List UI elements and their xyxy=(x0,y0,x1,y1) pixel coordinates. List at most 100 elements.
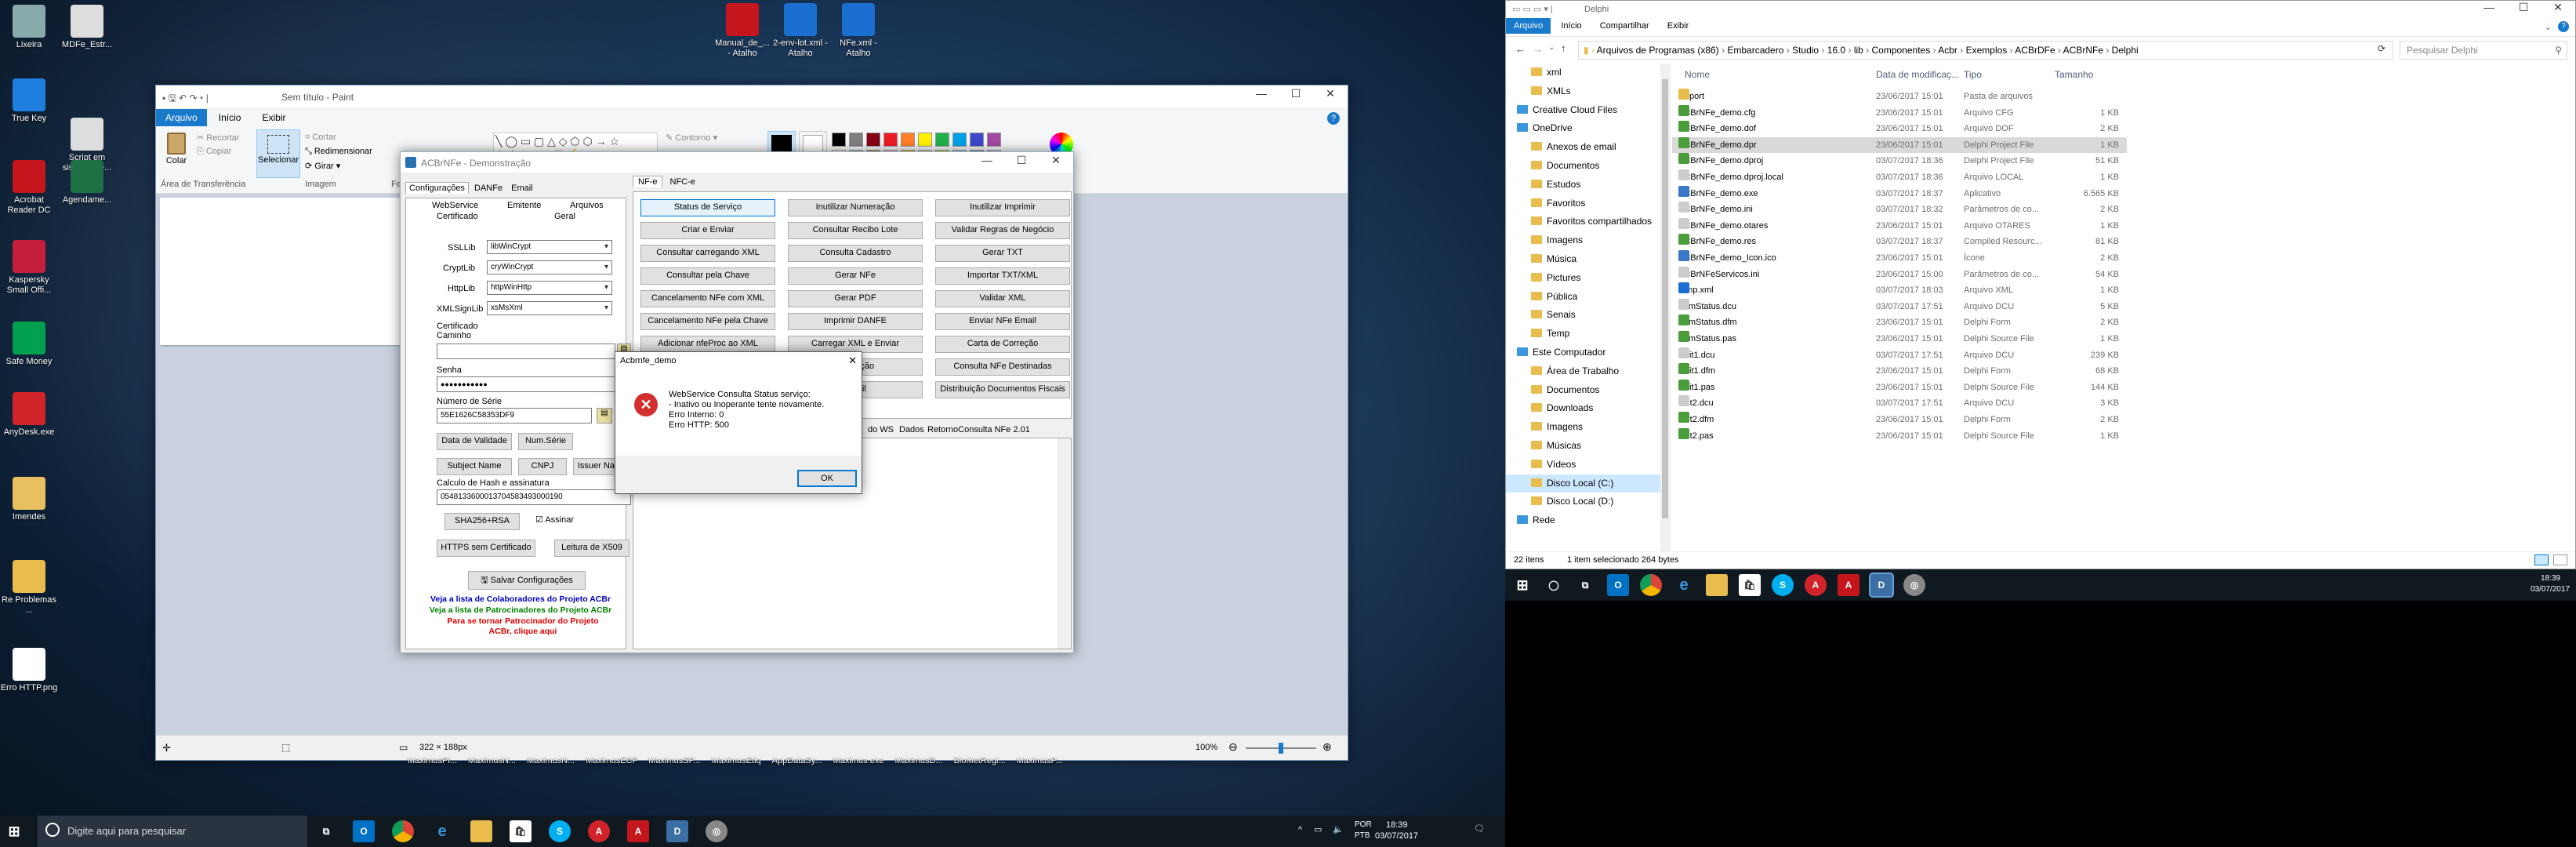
nfe-action-button[interactable]: Enviar NFe Email xyxy=(935,313,1070,330)
nfe-action-button[interactable]: Gerar NFe xyxy=(788,267,923,285)
file-row[interactable]: unit2.pas 23/06/2017 15:01 Delphi Source F… xyxy=(1672,427,2127,444)
breadcrumb-segment[interactable]: Acbr xyxy=(1938,45,1957,56)
file-row[interactable]: Unit1.dfm 23/06/2017 15:01 Delphi Form 68 K… xyxy=(1672,363,2127,379)
cut-button[interactable]: ✂ Recortar xyxy=(197,133,239,143)
file-row[interactable]: ufrmStatus.dfm 23/06/2017 15:01 Delphi For… xyxy=(1672,314,2127,330)
ribbon-expand-icon[interactable]: ⌄ xyxy=(2545,22,2552,32)
app-icon-2[interactable]: ◎ xyxy=(1903,574,1925,596)
dialog-titlebar[interactable]: Acbrnfe_demo ✕ xyxy=(615,352,862,369)
tray-chevron-icon[interactable]: ^ xyxy=(1298,825,1302,834)
forward-button[interactable]: → xyxy=(1533,43,1543,55)
nfe-action-button[interactable]: Cancelamento NFe pela Chave xyxy=(640,313,775,330)
col-data[interactable]: Data de modificaç... xyxy=(1876,69,1959,80)
subtab-webservice[interactable]: WebService xyxy=(432,201,478,210)
palette-swatch[interactable] xyxy=(849,133,863,147)
tab-nfe[interactable]: NF-e xyxy=(633,176,663,187)
nav-item[interactable]: OneDrive xyxy=(1506,119,1661,137)
nav-item[interactable]: Pictures xyxy=(1506,269,1661,287)
cortana-icon[interactable]: ◯ xyxy=(1543,574,1565,596)
nav-item[interactable]: Favoritos xyxy=(1506,194,1661,213)
palette-swatch[interactable] xyxy=(987,133,1001,147)
store-icon-2[interactable]: 🛍 xyxy=(1739,574,1761,596)
desktop-icon[interactable]: Erro HTTP.png xyxy=(0,648,58,693)
nfe-action-button[interactable]: Validar Regras de Negócio xyxy=(935,222,1070,239)
maximize-button[interactable]: ☐ xyxy=(1279,87,1313,100)
desktop-icon[interactable]: NFe.xml - Atalho xyxy=(829,3,887,59)
nfe-action-button[interactable]: Consulta Cadastro xyxy=(788,245,923,262)
col-nome[interactable]: Nome xyxy=(1685,69,1710,80)
desktop-icon[interactable]: 2-env-lot.xml - Atalho xyxy=(771,3,829,59)
file-row[interactable]: ACBrNFe_demo.res 03/07/2017 18:37 Compiled… xyxy=(1672,234,2127,249)
start-button[interactable]: ⊞ xyxy=(3,820,25,842)
error-dialog[interactable]: Acbrnfe_demo ✕ ✕ WebService Consulta Sta… xyxy=(615,351,862,494)
nav-item[interactable]: Pública xyxy=(1506,288,1661,306)
httplib-select[interactable]: httpWinHttp xyxy=(487,281,612,295)
subtab-certificado[interactable]: Certificado xyxy=(437,212,478,221)
serie-input[interactable]: 55E1626C58353DF9 xyxy=(437,408,592,424)
lang-layout[interactable]: PTB xyxy=(1355,831,1370,840)
nav-item[interactable]: Creative Cloud Files xyxy=(1506,101,1661,119)
nav-item[interactable]: xml xyxy=(1506,64,1661,82)
minimize-button[interactable]: — xyxy=(1244,87,1279,100)
nfe-action-button[interactable]: Imprimir DANFE xyxy=(788,313,923,330)
breadcrumb-segment[interactable]: lib xyxy=(1854,45,1863,56)
file-explorer-icon[interactable] xyxy=(470,820,492,842)
floating-app-label[interactable]: Maximus.exe xyxy=(833,756,884,765)
nfe-action-button[interactable]: Carta de Correção xyxy=(935,336,1070,353)
file-row[interactable]: ACBrNFe_demo.otares 23/06/2017 15:01 Arqui… xyxy=(1672,217,2127,234)
nfe-action-button[interactable]: Status de Serviço xyxy=(640,199,775,216)
nav-item[interactable]: Anexos de email xyxy=(1506,138,1661,156)
patrocinar-link[interactable]: Para se tornar Patrocinador do Projeto A… xyxy=(437,616,609,637)
chrome-icon[interactable] xyxy=(392,820,414,842)
senha-input[interactable]: ●●●●●●●●●●● xyxy=(437,376,631,392)
palette-swatch[interactable] xyxy=(883,133,898,147)
file-row[interactable]: temp.xml 03/07/2017 18:03 Arquivo XML 1 KB xyxy=(1672,282,2127,298)
file-row[interactable]: ACBrNFe_demo.dpr 23/06/2017 15:01 Delphi P… xyxy=(1672,136,2127,153)
zoom-out-button[interactable]: ⊖ xyxy=(1228,740,1238,754)
assinar-checkbox[interactable]: ☑ Assinar xyxy=(535,514,574,525)
floating-app-label[interactable]: MaximusSP... xyxy=(648,756,700,765)
anydesk-icon-2[interactable]: A xyxy=(1805,574,1827,596)
floating-app-label[interactable]: MaximusEtiq xyxy=(712,756,761,765)
palette-swatch[interactable] xyxy=(952,133,967,147)
nav-item[interactable]: Documentos xyxy=(1506,381,1661,399)
col-tipo[interactable]: Tipo xyxy=(1964,69,1982,80)
file-row[interactable]: ACBrNFe_demo.dproj.local 03/07/2017 18:36… xyxy=(1672,169,2127,185)
skype-icon[interactable]: S xyxy=(549,820,571,842)
nav-item[interactable]: Músicas xyxy=(1506,437,1661,455)
select-button[interactable]: Selecionar xyxy=(256,129,300,178)
notification-icon[interactable]: 🗨 xyxy=(1474,823,1485,834)
nfe-action-button[interactable]: Gerar TXT xyxy=(935,245,1070,262)
nav-item[interactable]: Favoritos compartilhados xyxy=(1506,213,1661,231)
breadcrumb-segment[interactable]: ACBrDFe xyxy=(2015,45,2055,56)
subtab-arquivos[interactable]: Arquivos xyxy=(570,201,604,210)
floating-app-label[interactable]: BioMetRegi... xyxy=(954,756,1006,765)
floating-app-label[interactable]: AppDataSy... xyxy=(772,756,822,765)
tab-arquivo[interactable]: Arquivo xyxy=(1506,18,1551,34)
desktop-icon[interactable]: Manual_de_... - Atalho xyxy=(713,3,771,59)
copy-button[interactable]: ⎘ Copiar xyxy=(197,147,231,157)
rotate-button[interactable]: ⟳ Girar ▾ xyxy=(305,161,340,171)
file-row[interactable]: Unit1.pas 23/06/2017 15:01 Delphi Source F… xyxy=(1672,379,2127,395)
nfe-action-button[interactable]: Distribuição Documentos Fiscais xyxy=(935,381,1070,398)
file-row[interactable]: ufrmStatus.pas 23/06/2017 15:01 Delphi Sou… xyxy=(1672,331,2127,347)
store-icon[interactable]: 🛍 xyxy=(510,820,532,842)
subtab-geral[interactable]: Geral xyxy=(554,212,575,221)
file-row[interactable]: Unit1.dcu 03/07/2017 17:51 Arquivo DCU 239 … xyxy=(1672,347,2127,363)
desktop-icon[interactable]: True Key xyxy=(0,78,58,124)
acbr-close-button[interactable]: ✕ xyxy=(1039,154,1073,167)
zoom-slider[interactable] xyxy=(1246,743,1316,754)
nfe-action-button[interactable]: Consultar Recibo Lote xyxy=(788,222,923,239)
outlook-icon[interactable]: O xyxy=(353,820,375,842)
nav-item[interactable]: XMLs xyxy=(1506,82,1661,100)
nfe-action-button[interactable]: Criar e Enviar xyxy=(640,222,775,239)
nav-item[interactable]: Imagens xyxy=(1506,418,1661,436)
nav-item[interactable]: Disco Local (D:) xyxy=(1506,493,1661,511)
breadcrumb-segment[interactable]: Componentes xyxy=(1872,45,1931,56)
paint-canvas[interactable] xyxy=(160,198,412,345)
help-icon[interactable]: ? xyxy=(1327,112,1340,125)
floating-app-label[interactable]: MaximusPl... xyxy=(408,756,457,765)
nav-item[interactable]: Rede xyxy=(1506,511,1661,529)
zoom-in-button[interactable]: ⊕ xyxy=(1322,740,1332,754)
desktop-icon[interactable]: Safe Money xyxy=(0,322,58,367)
